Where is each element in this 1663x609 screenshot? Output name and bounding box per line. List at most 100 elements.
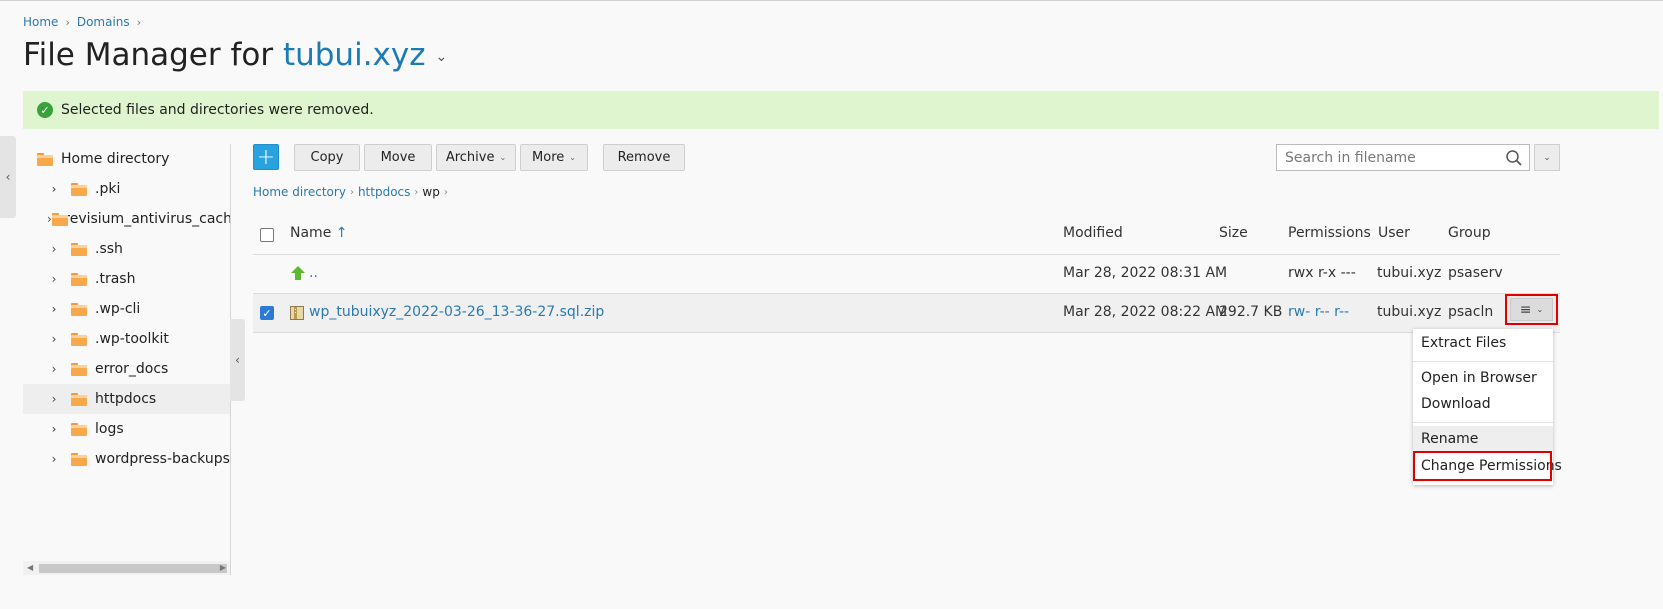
tree-item-label: .trash [95,271,136,287]
chevron-right-icon: › [136,15,142,29]
remove-button[interactable]: Remove [603,144,685,171]
path-home-directory[interactable]: Home directory [253,185,346,199]
chevron-right-icon[interactable]: › [47,452,61,466]
archive-button-label: Archive [445,150,495,165]
sort-ascending-icon: ↑ [335,225,348,241]
menu-item-change-permissions[interactable]: Change Permissions [1413,451,1562,481]
column-header-permissions[interactable]: Permissions [1288,225,1371,241]
select-all-checkbox[interactable] [260,228,274,242]
zip-file-icon [290,306,304,320]
search-placeholder: Search in filename [1285,149,1416,166]
remove-button-label: Remove [617,150,671,165]
check-circle-icon: ✓ [37,102,53,118]
menu-item-open-in-browser[interactable]: Open in Browser [1413,365,1553,391]
search-options-button[interactable]: ⌄ [1534,144,1560,171]
tree-item-label: error_docs [95,361,169,377]
row-checkbox[interactable]: ✓ [260,306,274,320]
tree-item-wp-cli[interactable]: › .wp-cli [23,294,230,324]
row-actions-button[interactable]: ≡ ⌄ [1505,294,1558,325]
row-user: tubui.xyz [1377,265,1442,281]
archive-button[interactable]: Archive ⌄ [436,144,516,171]
collapse-tree-handle[interactable]: ‹ [230,319,245,401]
column-header-user[interactable]: User [1378,225,1410,241]
tree-item-trash[interactable]: › .trash [23,264,230,294]
chevron-right-icon: › [443,186,448,198]
table-row[interactable] [253,255,1560,293]
directory-tree: Home directory › .pki › .revisium_antivi… [23,144,230,575]
tree-item-wordpress-backups[interactable]: › wordpress-backups [23,444,230,474]
chevron-right-icon[interactable]: › [47,272,61,286]
folder-icon [71,392,87,406]
tree-item-pki[interactable]: › .pki [23,174,230,204]
tree-item-logs[interactable]: › logs [23,414,230,444]
tree-item-error-docs[interactable]: › error_docs [23,354,230,384]
folder-icon [37,152,53,166]
chevron-down-icon: ⌄ [499,153,507,162]
chevron-right-icon: › [414,186,419,198]
menu-item-rename[interactable]: Rename [1413,426,1553,452]
chevron-right-icon[interactable]: › [47,422,61,436]
chevron-right-icon[interactable]: › [47,182,61,196]
path-wp: wp [422,185,440,199]
menu-separator [1413,422,1553,423]
current-path: Home directory › httpdocs › wp › [253,185,452,199]
breadcrumb-home[interactable]: Home [23,15,58,29]
folder-icon [71,332,87,346]
row-user: tubui.xyz [1377,304,1442,320]
tree-item-label: .ssh [95,241,123,257]
folder-icon [71,242,87,256]
folder-icon [71,452,87,466]
chevron-right-icon[interactable]: › [47,242,61,256]
chevron-down-icon: ⌄ [1543,152,1551,163]
tree-item-ssh[interactable]: › .ssh [23,234,230,264]
chevron-right-icon[interactable]: › [47,362,61,376]
column-header-name-label: Name [290,225,332,241]
more-button[interactable]: More ⌄ [520,144,588,171]
tree-item-label: .wp-cli [95,301,141,317]
page-title-prefix: File Manager for [23,37,283,73]
row-group: psaserv [1448,265,1503,281]
breadcrumb: Home › Domains › [23,15,148,29]
column-header-modified[interactable]: Modified [1063,225,1123,241]
table-divider [253,332,1560,333]
column-header-name[interactable]: Name ↑ [290,225,348,241]
parent-directory-link[interactable]: .. [309,265,318,281]
chevron-right-icon[interactable]: › [47,332,61,346]
scrollbar-thumb[interactable] [39,564,227,573]
row-actions-menu: Extract Files Open in Browser Download R… [1413,329,1562,485]
collapse-left-handle[interactable]: ‹ [0,136,16,218]
copy-button[interactable]: Copy [294,144,360,171]
domain-switcher[interactable]: tubui.xyz [283,37,426,73]
copy-button-label: Copy [310,150,344,165]
column-header-size[interactable]: Size [1219,225,1248,241]
tree-item-httpdocs[interactable]: › httpdocs [23,384,230,414]
scroll-right-icon[interactable]: ▶ [220,561,226,575]
tree-item-label: Home directory [61,151,170,167]
row-size: 292.7 KB [1219,304,1283,320]
menu-item-download[interactable]: Download [1413,391,1553,417]
move-button-label: Move [380,150,416,165]
add-button[interactable]: + [253,144,279,170]
tree-item-home[interactable]: Home directory [23,144,230,174]
tree-item-revisium[interactable]: › .revisium_antivirus_cach [23,204,230,234]
tree-item-wp-toolkit[interactable]: › .wp-toolkit [23,324,230,354]
column-header-group[interactable]: Group [1448,225,1491,241]
chevron-right-icon[interactable]: › [47,302,61,316]
menu-item-extract-files[interactable]: Extract Files [1413,330,1553,356]
search-icon[interactable] [1505,149,1523,167]
path-httpdocs[interactable]: httpdocs [358,185,410,199]
breadcrumb-domains[interactable]: Domains [77,15,130,29]
move-button[interactable]: Move [364,144,432,171]
folder-icon [71,182,87,196]
tree-horizontal-scrollbar[interactable]: ◀ ▶ [23,561,230,575]
scroll-left-icon[interactable]: ◀ [27,561,33,575]
chevron-down-icon[interactable]: ⌄ [436,49,448,65]
chevron-right-icon[interactable]: › [47,392,61,406]
file-name-link[interactable]: wp_tubuixyz_2022-03-26_13-36-27.sql.zip [309,304,604,320]
row-permissions-link[interactable]: rw- r-- r-- [1288,304,1349,320]
up-arrow-icon [291,266,305,280]
search-input[interactable]: Search in filename [1276,144,1530,171]
tree-item-label: .wp-toolkit [95,331,169,347]
success-alert: ✓ Selected files and directories were re… [23,91,1659,129]
menu-icon: ≡ [1519,301,1532,318]
